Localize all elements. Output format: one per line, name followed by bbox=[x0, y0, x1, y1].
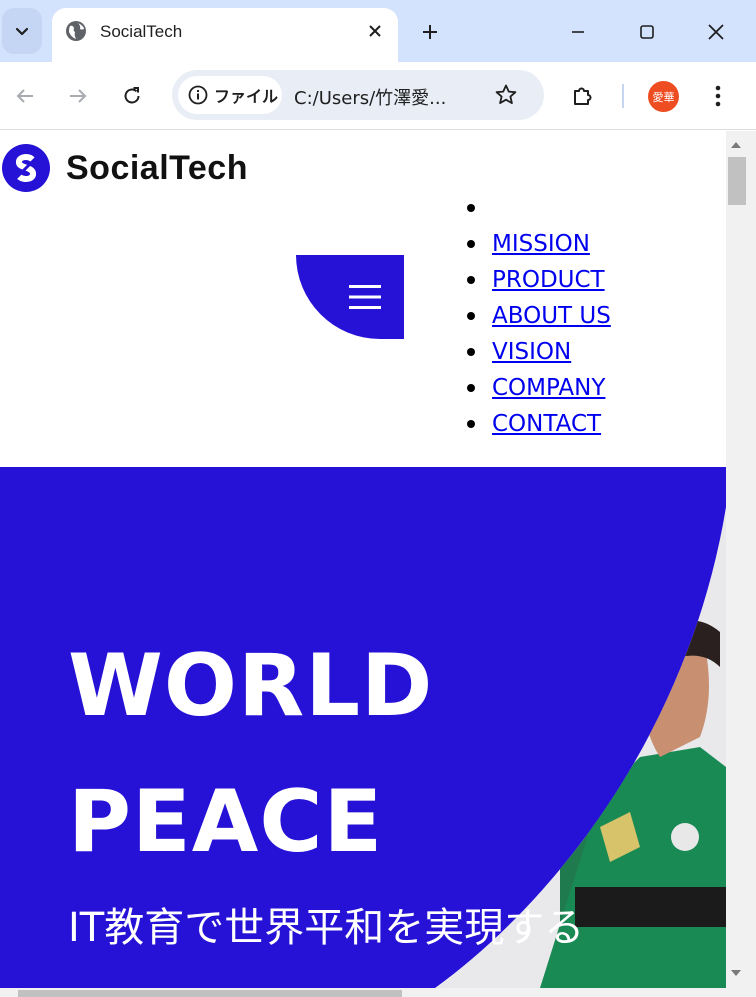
arrow-right-icon bbox=[70, 89, 87, 103]
scroll-up-button[interactable] bbox=[726, 135, 746, 155]
vertical-scroll-thumb[interactable] bbox=[728, 157, 746, 205]
tab-title: SocialTech bbox=[100, 22, 183, 41]
url-text[interactable]: C:/Users/竹澤愛... bbox=[294, 84, 446, 110]
triangle-down-icon bbox=[731, 970, 741, 976]
main-nav: MISSION PRODUCT ABOUT US VISION COMPANY … bbox=[467, 190, 611, 442]
logo-mark-icon bbox=[2, 144, 50, 192]
profile-avatar[interactable]: 愛華 bbox=[648, 81, 679, 112]
window-right-edge bbox=[746, 131, 756, 997]
hero-section: WORLD PEACE IT教育で世界平和を実現する bbox=[0, 467, 726, 988]
nav-link-vision[interactable]: VISION bbox=[492, 339, 571, 365]
hero-title-line-2: PEACE bbox=[68, 772, 384, 872]
nav-item-product: PRODUCT bbox=[467, 262, 611, 298]
back-button[interactable] bbox=[7, 78, 43, 114]
forward-button[interactable] bbox=[60, 78, 96, 114]
new-tab-button[interactable] bbox=[414, 16, 446, 48]
bookmark-button[interactable] bbox=[492, 81, 520, 109]
arrow-left-icon bbox=[16, 89, 33, 103]
nav-item-contact: CONTACT bbox=[467, 406, 611, 442]
page-viewport: SocialTech MISSION PRODUCT ABOUT US VISI… bbox=[0, 131, 726, 988]
maximize-icon bbox=[640, 25, 654, 39]
hero-title-line-1: WORLD bbox=[68, 636, 434, 736]
horizontal-scrollbar[interactable] bbox=[0, 988, 746, 997]
browser-toolbar: ファイル C:/Users/竹澤愛... 愛華 bbox=[0, 62, 756, 130]
maximize-button[interactable] bbox=[627, 12, 667, 52]
toolbar-divider bbox=[622, 84, 624, 108]
triangle-up-icon bbox=[731, 142, 741, 148]
vertical-scrollbar[interactable] bbox=[726, 131, 746, 988]
logo-text: SocialTech bbox=[66, 148, 248, 187]
star-icon bbox=[495, 84, 517, 104]
nav-item-mission: MISSION bbox=[467, 226, 611, 262]
address-bar[interactable]: ファイル C:/Users/竹澤愛... bbox=[172, 70, 544, 120]
minimize-icon bbox=[572, 31, 584, 33]
browser-menu-button[interactable] bbox=[702, 79, 734, 113]
browser-window: SocialTech ファイル C:/Users/竹澤愛... 愛華 Socia… bbox=[0, 0, 756, 997]
extensions-button[interactable] bbox=[566, 79, 600, 113]
chevron-down-icon bbox=[15, 27, 29, 36]
nav-item-empty bbox=[467, 190, 611, 226]
nav-link-product[interactable]: PRODUCT bbox=[492, 267, 605, 293]
toolbar-border bbox=[0, 129, 756, 130]
site-info-chip[interactable]: ファイル bbox=[178, 76, 282, 114]
reload-icon bbox=[124, 87, 140, 104]
globe-icon bbox=[66, 21, 86, 41]
nav-item-about-us: ABOUT US bbox=[467, 298, 611, 334]
close-icon bbox=[369, 25, 381, 37]
tab-close-button[interactable] bbox=[364, 20, 386, 42]
nav-item-company: COMPANY bbox=[467, 370, 611, 406]
hero-subtitle: IT教育で世界平和を実現する bbox=[68, 905, 585, 951]
horizontal-scroll-thumb[interactable] bbox=[18, 990, 402, 997]
hamburger-icon bbox=[349, 285, 381, 309]
nav-link-company[interactable]: COMPANY bbox=[492, 375, 605, 401]
plus-icon bbox=[423, 25, 437, 39]
nav-item-vision: VISION bbox=[467, 334, 611, 370]
reload-button[interactable] bbox=[114, 78, 150, 114]
scroll-down-button[interactable] bbox=[726, 963, 746, 983]
nav-link-mission[interactable]: MISSION bbox=[492, 231, 590, 257]
close-icon bbox=[708, 24, 724, 40]
nav-link-contact[interactable]: CONTACT bbox=[492, 411, 601, 437]
window-close-button[interactable] bbox=[696, 12, 736, 52]
tab-strip: SocialTech bbox=[0, 0, 756, 62]
more-vertical-icon bbox=[715, 85, 721, 107]
minimize-button[interactable] bbox=[558, 12, 598, 52]
hamburger-menu-button[interactable] bbox=[296, 255, 404, 339]
site-info-label: ファイル bbox=[214, 87, 279, 106]
site-logo[interactable]: SocialTech bbox=[2, 144, 248, 192]
tab-search-button[interactable] bbox=[2, 8, 42, 54]
nav-link-about-us[interactable]: ABOUT US bbox=[492, 303, 611, 329]
puzzle-icon bbox=[574, 87, 592, 105]
active-tab[interactable]: SocialTech bbox=[52, 8, 398, 62]
info-icon bbox=[188, 85, 208, 105]
